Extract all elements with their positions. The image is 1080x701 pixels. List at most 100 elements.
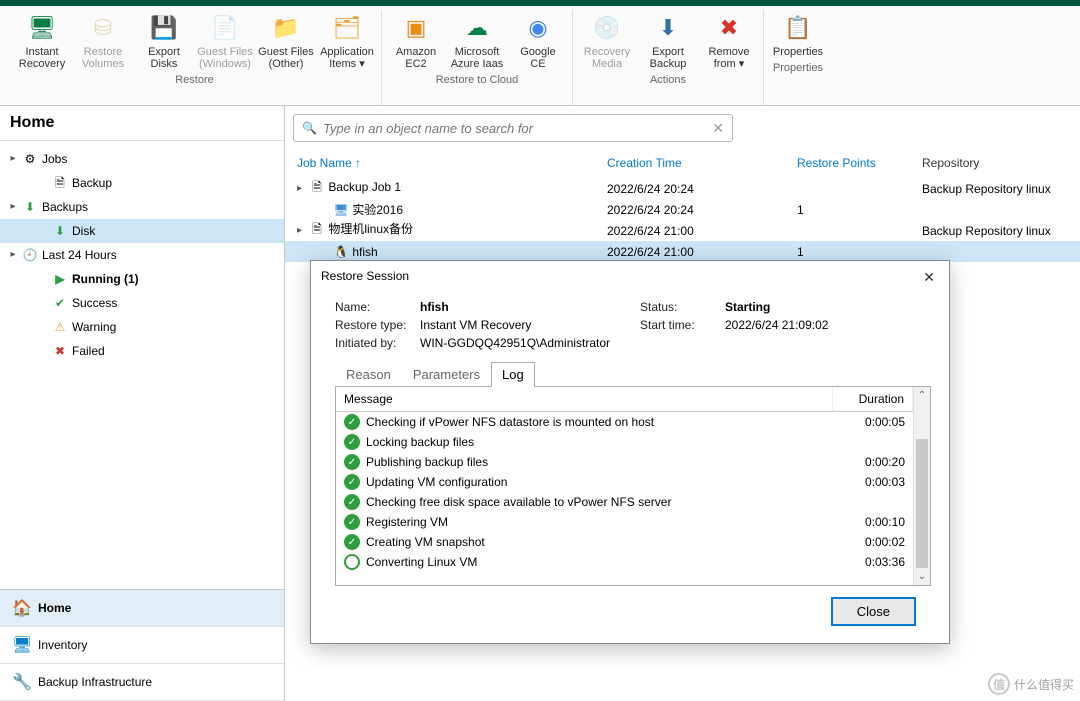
- microsoft-azure-icon: ☁: [461, 12, 493, 44]
- success-icon: ✓: [344, 434, 360, 450]
- log-message: Converting Linux VM: [366, 555, 833, 569]
- grid-row[interactable]: ▸🗎 Backup Job 12022/6/24 20:24Backup Rep…: [285, 178, 1080, 199]
- log-row[interactable]: ✓Creating VM snapshot0:00:02: [336, 532, 913, 552]
- properties-icon: 📋: [782, 12, 814, 44]
- log-row[interactable]: ✓Checking if vPower NFS datastore is mou…: [336, 412, 913, 432]
- expand-icon[interactable]: ▸: [8, 245, 18, 265]
- inventory-icon: 🖥: [12, 635, 30, 655]
- microsoft-azure-button[interactable]: ☁Microsoft Azure Iaas: [447, 10, 507, 72]
- nav-label: Backup Infrastructure: [38, 675, 152, 689]
- log-message: Creating VM snapshot: [366, 535, 833, 549]
- row-creation-time: 2022/6/24 20:24: [601, 182, 791, 196]
- export-backup-button[interactable]: ⬇Export Backup: [638, 10, 698, 72]
- log-message: Locking backup files: [366, 435, 833, 449]
- log-col-duration[interactable]: Duration: [833, 387, 913, 411]
- log-row[interactable]: ▶Converting Linux VM0:03:36: [336, 552, 913, 572]
- instant-recovery-button[interactable]: 🖥Instant Recovery: [12, 10, 72, 72]
- running-icon: ▶: [344, 554, 360, 570]
- scroll-up-icon[interactable]: ⌃: [914, 387, 930, 404]
- microsoft-azure-label: Microsoft Azure Iaas: [451, 46, 504, 70]
- success-icon: ✓: [344, 474, 360, 490]
- col-repository[interactable]: Repository: [916, 152, 1074, 174]
- group-label: Actions: [650, 74, 686, 86]
- tree-last24[interactable]: ▸🕘Last 24 Hours: [0, 243, 284, 267]
- scroll-down-icon[interactable]: ⌄: [914, 568, 930, 585]
- export-disks-button[interactable]: 💾Export Disks: [134, 10, 194, 72]
- tree-label: Backups: [42, 197, 88, 217]
- close-icon[interactable]: ✕: [919, 269, 939, 286]
- log-col-message[interactable]: Message: [336, 387, 833, 411]
- info-status-label: Status:: [640, 300, 725, 314]
- row-repository: Backup Repository linux: [916, 182, 1074, 196]
- expand-icon[interactable]: ▸: [297, 183, 309, 194]
- tab-reason[interactable]: Reason: [335, 362, 402, 387]
- col-job-name[interactable]: Job Name ↑: [291, 152, 601, 174]
- grid-row[interactable]: 🖥 实验20162022/6/24 20:241: [285, 199, 1080, 220]
- nav-inventory[interactable]: 🖥 Inventory: [0, 627, 284, 664]
- guest-files-windows-icon: 📄: [209, 12, 241, 44]
- nav-label: Inventory: [38, 638, 87, 652]
- export-backup-icon: ⬇: [652, 12, 684, 44]
- application-items-button[interactable]: 🗂Application Items ▾: [317, 10, 377, 72]
- guest-files-windows-button: 📄Guest Files (Windows): [195, 10, 255, 72]
- log-message: Checking free disk space available to vP…: [366, 495, 833, 509]
- success-icon: ✔: [52, 293, 68, 313]
- log-row[interactable]: ✓Publishing backup files0:00:20: [336, 452, 913, 472]
- remove-from-icon: ✖: [713, 12, 745, 44]
- tree-failed[interactable]: ✖Failed: [0, 339, 284, 363]
- dialog-title: Restore Session: [321, 269, 409, 286]
- guest-files-other-icon: 📁: [270, 12, 302, 44]
- last24-icon: 🕘: [22, 245, 38, 265]
- tree-backups[interactable]: ▸⬇Backups: [0, 195, 284, 219]
- restore-volumes-button: ⛁Restore Volumes: [73, 10, 133, 72]
- nav-home[interactable]: 🏠Home: [0, 590, 284, 627]
- expand-icon[interactable]: ▸: [8, 197, 18, 217]
- row-name: 物理机linux备份: [325, 222, 413, 236]
- amazon-ec2-button[interactable]: ▣Amazon EC2: [386, 10, 446, 72]
- success-icon: ✓: [344, 454, 360, 470]
- log-row[interactable]: ✓Checking free disk space available to v…: [336, 492, 913, 512]
- google-ce-icon: ◉: [522, 12, 554, 44]
- remove-from-button[interactable]: ✖Remove from ▾: [699, 10, 759, 72]
- recovery-media-button: 💿Recovery Media: [577, 10, 637, 72]
- info-start-value: 2022/6/24 21:09:02: [725, 318, 931, 332]
- grid-row[interactable]: ▸🗎 物理机linux备份2022/6/24 21:00Backup Repos…: [285, 220, 1080, 241]
- tree-jobs[interactable]: ▸⚙Jobs: [0, 147, 284, 171]
- expand-icon[interactable]: ▸: [8, 149, 18, 169]
- guest-files-other-button[interactable]: 📁Guest Files (Other): [256, 10, 316, 72]
- grid-row[interactable]: 🐧 hfish2022/6/24 21:001: [285, 241, 1080, 262]
- col-restore-points[interactable]: Restore Points: [791, 152, 916, 174]
- scrollbar[interactable]: ⌃ ⌄: [913, 387, 930, 585]
- properties-button[interactable]: 📋Properties: [768, 10, 828, 60]
- running-icon: ▶: [52, 269, 68, 289]
- tab-parameters[interactable]: Parameters: [402, 362, 491, 387]
- search-input[interactable]: [323, 121, 706, 136]
- col-creation-time[interactable]: Creation Time: [601, 152, 791, 174]
- log-row[interactable]: ✓Updating VM configuration0:00:03: [336, 472, 913, 492]
- scroll-thumb[interactable]: [916, 439, 928, 568]
- tree-jobs-backup[interactable]: 🗎Backup: [0, 171, 284, 195]
- recovery-media-label: Recovery Media: [584, 46, 630, 70]
- tree-running[interactable]: ▶Running (1): [0, 267, 284, 291]
- info-init-value: WIN-GGDQQ42951Q\Administrator: [420, 336, 931, 350]
- export-disks-label: Export Disks: [148, 46, 180, 70]
- tree-label: Last 24 Hours: [42, 245, 117, 265]
- tab-log[interactable]: Log: [491, 362, 535, 387]
- log-duration: 0:00:02: [833, 535, 905, 549]
- tree-warning[interactable]: ⚠Warning: [0, 315, 284, 339]
- expand-icon[interactable]: ▸: [297, 225, 309, 236]
- nav-backup-infra[interactable]: 🔧Backup Infrastructure: [0, 664, 284, 701]
- row-restore-points: 1: [791, 245, 916, 259]
- sidebar: Home ▸⚙Jobs🗎Backup▸⬇Backups⬇Disk▸🕘Last 2…: [0, 106, 285, 701]
- tree-backups-disk[interactable]: ⬇Disk: [0, 219, 284, 243]
- log-row[interactable]: ✓Registering VM0:00:10: [336, 512, 913, 532]
- log-row[interactable]: ✓ Locking backup files: [336, 432, 913, 452]
- group-label: Restore: [175, 74, 214, 86]
- close-button[interactable]: Close: [832, 598, 915, 625]
- row-icon: 🗎: [309, 220, 325, 241]
- clear-search-icon[interactable]: ✕: [712, 120, 724, 137]
- tree-success[interactable]: ✔Success: [0, 291, 284, 315]
- search-box[interactable]: 🔍 ✕: [293, 114, 733, 142]
- google-ce-button[interactable]: ◉Google CE: [508, 10, 568, 72]
- watermark-icon: 值: [988, 673, 1010, 695]
